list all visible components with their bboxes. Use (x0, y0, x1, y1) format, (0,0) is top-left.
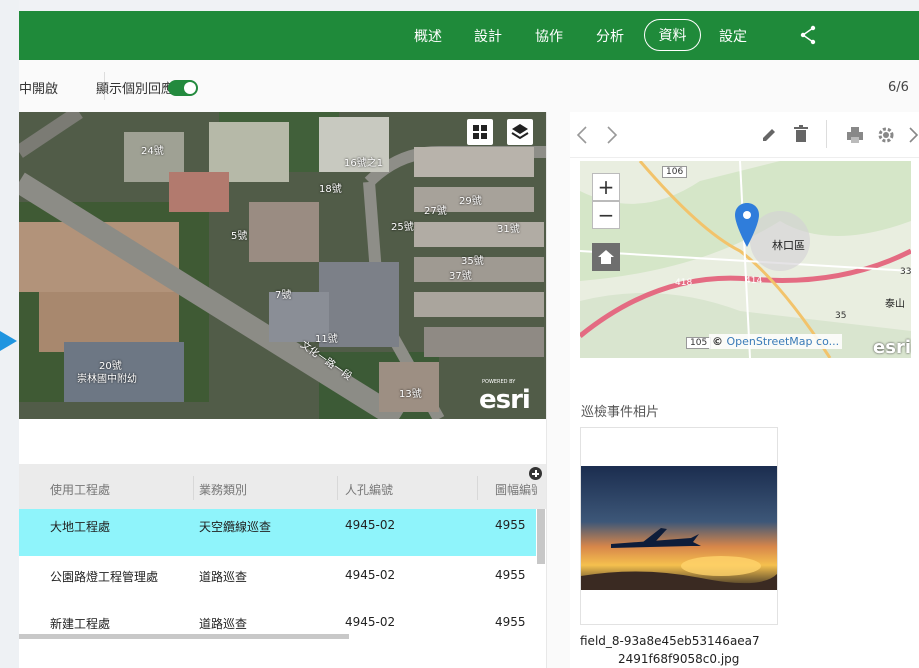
table-cell: 4945-02 (345, 568, 396, 582)
chevron-right-icon[interactable] (605, 125, 619, 145)
column-header-business-type[interactable]: 業務類別 (199, 481, 247, 498)
table-cell: 4955 (495, 615, 526, 629)
table-cell: 4945-02 (345, 615, 396, 629)
zoom-in-button[interactable]: + (592, 173, 620, 201)
table-horizontal-scrollbar[interactable] (19, 634, 349, 639)
delete-icon[interactable] (793, 125, 809, 143)
map-label-school: 崇林國中附幼 (77, 374, 137, 385)
share-icon[interactable] (799, 24, 817, 46)
photo-thumbnail[interactable] (581, 466, 777, 590)
expand-arrow-icon[interactable] (0, 331, 17, 351)
map-label-18: 18號 (319, 184, 342, 195)
record-toolbar (570, 112, 919, 158)
column-divider[interactable] (477, 476, 478, 500)
route-414-label: 414 (745, 276, 763, 286)
close-icon[interactable] (907, 126, 919, 144)
map-label-35: 35號 (461, 256, 484, 267)
table-vertical-scrollbar[interactable] (537, 509, 545, 564)
table-cell: 道路巡查 (199, 570, 248, 584)
map-table-gap (19, 419, 546, 464)
table-cell: 4955 (495, 518, 526, 532)
location-minimap[interactable]: 106 林口區 418 414 35 33 泰山 105 esri (580, 161, 911, 358)
print-icon[interactable] (846, 126, 864, 144)
map-label-31: 31號 (497, 224, 520, 235)
attribution-link[interactable]: OpenStreetMap co... (727, 335, 840, 348)
map-label-27: 27號 (424, 206, 447, 217)
copyright-symbol: © (712, 335, 723, 348)
tab-settings[interactable]: 設定 (708, 11, 758, 60)
page-count: 6/6 (888, 80, 909, 95)
tab-analyze[interactable]: 分析 (585, 11, 635, 60)
grid-icon (473, 125, 487, 139)
column-divider[interactable] (193, 476, 194, 500)
chevron-left-icon[interactable] (575, 125, 589, 145)
location-pin-icon[interactable] (735, 203, 759, 247)
airplane-sunset-image (581, 466, 777, 590)
map-label-25: 25號 (391, 222, 414, 233)
basemap-gallery-button[interactable] (467, 119, 493, 145)
map-label-16-1: 16號之1 (344, 158, 384, 169)
window-frame (0, 0, 919, 11)
table-cell: 4945-02 (345, 518, 396, 532)
home-button[interactable] (592, 243, 620, 271)
gear-icon[interactable] (876, 125, 896, 145)
open-in-label[interactable]: 中開啟 (19, 78, 58, 97)
satellite-map[interactable]: 24號 16號之1 18號 5號 7號 11號 13號 20號 崇林國中附幼 文… (19, 112, 546, 419)
column-divider[interactable] (337, 476, 338, 500)
route-105-shield: 105 (686, 337, 712, 349)
tab-design[interactable]: 設計 (463, 11, 513, 60)
toolbar-divider (826, 120, 827, 148)
edit-icon[interactable] (760, 126, 778, 144)
home-icon (598, 250, 614, 264)
column-header-agency[interactable]: 使用工程處 (50, 481, 110, 498)
individual-responses-toggle[interactable] (168, 80, 198, 96)
esri-logo: esri (479, 385, 531, 415)
photo-filename: field_8-93a8e45eb53146aea7 2491f68f9058c… (580, 632, 810, 668)
photo-filename-line2: 2491f68f9058c0.jpg (618, 652, 740, 666)
table-row[interactable]: 大地工程處 天空纜線巡查 4945-02 4955 (19, 509, 536, 556)
map-label-29: 29號 (459, 196, 482, 207)
table-cell: 公園路燈工程管理處 (50, 570, 159, 584)
add-column-icon[interactable] (529, 467, 542, 480)
table-row[interactable]: 公園路燈工程管理處 道路巡查 4945-02 4955 (19, 556, 536, 603)
map-label-11: 11號 (315, 334, 338, 345)
minimap-esri-logo: esri (873, 337, 911, 358)
tab-data[interactable]: 資料 (644, 19, 701, 51)
tab-overview[interactable]: 概述 (403, 11, 453, 60)
table-cell: 道路巡查 (199, 617, 248, 631)
table-cell: 4955 (495, 568, 526, 582)
panel-gutter (546, 112, 570, 668)
route-106-shield: 106 (662, 166, 688, 178)
map-label-13: 13號 (399, 389, 422, 400)
map-attribution[interactable]: © OpenStreetMap co... (709, 334, 843, 349)
taishan-label: 泰山 (885, 299, 905, 310)
show-individual-responses-label: 顯示個別回應 (96, 82, 175, 97)
photo-section-label: 巡檢事件相片 (581, 405, 660, 420)
responses-table: 使用工程處 業務類別 人孔編號 圖幅編號 大地工程處 天空纜線巡查 4945-0… (19, 464, 546, 644)
map-label-37: 37號 (449, 271, 472, 282)
app-window: 概述 設計 協作 分析 資料 設定 中開啟 顯示個別回應 6/6 24號 16號… (0, 0, 919, 668)
street-map (580, 161, 911, 358)
photo-filename-line1: field_8-93a8e45eb53146aea7 (580, 634, 760, 648)
route-35-label: 35 (835, 311, 847, 321)
column-header-map-sheet[interactable]: 圖幅編號 (495, 481, 537, 498)
map-label-5: 5號 (231, 231, 248, 242)
zoom-out-button[interactable]: − (592, 201, 620, 229)
table-cell: 天空纜線巡查 (199, 520, 272, 534)
route-33-label: 33 (900, 267, 911, 277)
table-footer-space (19, 644, 546, 668)
table-header: 使用工程處 業務類別 人孔編號 圖幅編號 (19, 464, 546, 509)
map-label-7: 7號 (275, 290, 292, 301)
route-418-label: 418 (675, 278, 693, 288)
column-header-manhole-number[interactable]: 人孔編號 (345, 481, 393, 498)
tab-collaborate[interactable]: 協作 (524, 11, 574, 60)
map-label-24: 24號 (141, 146, 164, 157)
table-cell: 新建工程處 (50, 617, 111, 631)
app-header: 概述 設計 協作 分析 資料 設定 (19, 11, 919, 60)
district-label: 林口區 (772, 239, 805, 252)
layers-icon (511, 124, 529, 140)
layers-button[interactable] (507, 119, 533, 145)
table-cell: 大地工程處 (50, 520, 111, 534)
toolbar: 中開啟 顯示個別回應 (19, 60, 919, 112)
